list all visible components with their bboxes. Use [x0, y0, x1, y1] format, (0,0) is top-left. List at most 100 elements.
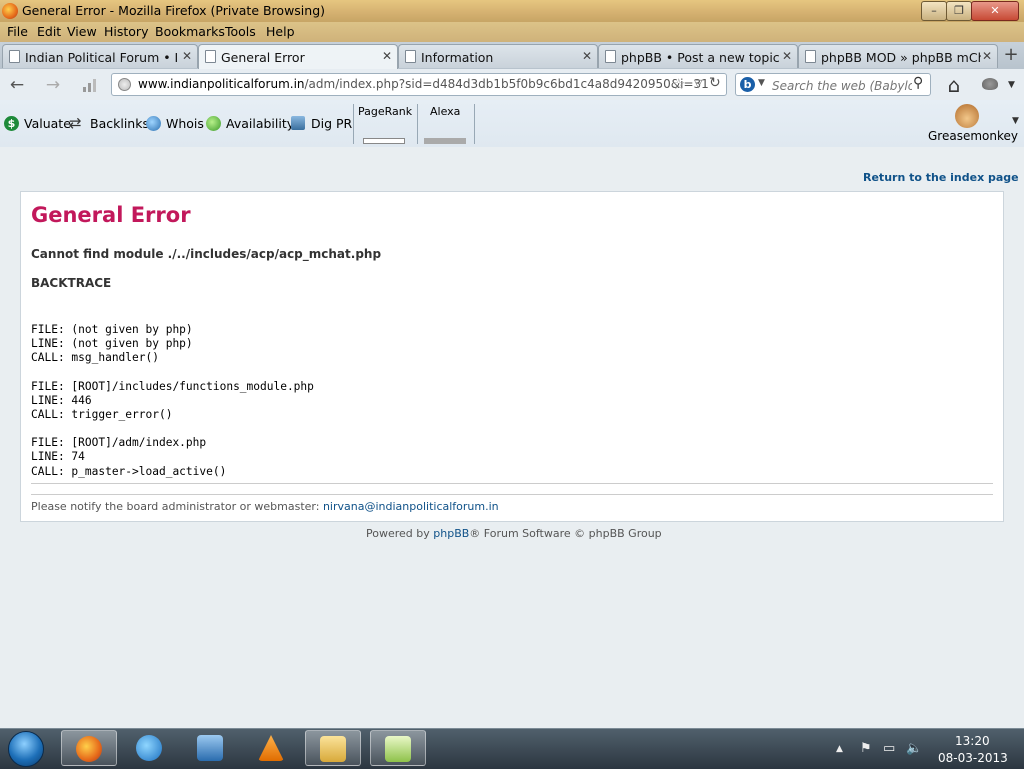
close-tab-icon[interactable]: ✕	[382, 49, 392, 63]
backlinks-arrows-icon: ⇄	[69, 114, 82, 132]
notify-text: Please notify the board administrator or…	[31, 500, 499, 513]
toolbar-overflow-icon[interactable]: ▼	[1008, 80, 1015, 90]
tab-indian-political-forum[interactable]: Indian Political Forum • Ind... ✕	[2, 44, 198, 68]
volume-icon[interactable]: 🔈	[906, 741, 922, 756]
close-window-button[interactable]: ✕	[971, 1, 1019, 21]
greasemonkey-icon[interactable]	[955, 104, 979, 128]
media-player-icon	[197, 735, 223, 761]
clock-time[interactable]: 13:20	[955, 734, 990, 748]
url-bar[interactable]: www.indianpoliticalforum.in/adm/index.ph…	[111, 73, 727, 96]
page-icon	[405, 50, 416, 63]
window-titlebar[interactable]: General Error - Mozilla Firefox (Private…	[0, 0, 1024, 22]
menu-edit[interactable]: Edit	[37, 24, 61, 39]
start-button[interactable]	[8, 731, 44, 767]
tab-information[interactable]: Information ✕	[398, 44, 598, 68]
page-icon	[805, 50, 816, 63]
close-tab-icon[interactable]: ✕	[982, 49, 992, 63]
alexa-label[interactable]: Alexa	[430, 105, 460, 118]
notepad-icon	[385, 736, 411, 762]
page-icon	[605, 50, 616, 63]
valuate-button[interactable]: Valuate	[24, 116, 71, 131]
greasemonkey-label[interactable]: Greasemonkey	[928, 129, 1018, 143]
tab-phpbb-mchat[interactable]: phpBB MOD » phpBB mChat ✕	[798, 44, 998, 68]
url-host: www.indianpoliticalforum.in	[138, 77, 305, 91]
taskbar-notepad[interactable]	[370, 730, 426, 766]
bug-icon[interactable]	[982, 78, 998, 90]
search-input[interactable]	[770, 76, 914, 95]
whois-globe-icon	[146, 116, 161, 131]
firefox-icon	[76, 736, 102, 762]
window-title: General Error - Mozilla Firefox (Private…	[22, 3, 326, 18]
search-engine-dropdown-icon[interactable]: ▼	[758, 78, 765, 88]
back-button[interactable]: ←	[6, 74, 28, 96]
dollar-icon: $	[4, 116, 19, 131]
powered-by-footer: Powered by phpBB® Forum Software © phpBB…	[366, 527, 662, 540]
availability-search-icon	[206, 116, 221, 131]
taskbar-internet-explorer[interactable]	[122, 730, 178, 766]
return-to-index-link[interactable]: Return to the index page	[863, 171, 1019, 184]
forward-button[interactable]: →	[42, 74, 64, 96]
tab-post-new-topic[interactable]: phpBB • Post a new topic ✕	[598, 44, 798, 68]
firefox-icon	[2, 3, 18, 19]
menu-file[interactable]: File	[7, 24, 28, 39]
backtrace-text: FILE: (not given by php) LINE: (not give…	[31, 323, 314, 478]
reload-icon[interactable]: ↻	[709, 75, 721, 91]
menu-history[interactable]: History	[104, 24, 148, 39]
internet-explorer-icon	[136, 735, 162, 761]
new-tab-button[interactable]: +	[1000, 45, 1022, 67]
backtrace-heading: BACKTRACE	[31, 276, 112, 290]
tab-label: phpBB MOD » phpBB mChat	[821, 50, 981, 65]
webmaster-email-link[interactable]: nirvana@indianpoliticalforum.in	[323, 500, 499, 513]
whois-button[interactable]: Whois	[166, 116, 204, 131]
greasemonkey-dropdown-icon[interactable]: ▼	[1012, 116, 1019, 126]
divider	[31, 494, 993, 495]
powered-prefix: Powered by	[366, 527, 434, 540]
toolbar-separator	[353, 104, 354, 144]
menu-view[interactable]: View	[67, 24, 97, 39]
url-text[interactable]: www.indianpoliticalforum.in/adm/index.ph…	[138, 77, 709, 91]
folder-icon	[320, 736, 346, 762]
bookmark-star-icon[interactable]: ☆	[672, 75, 685, 93]
home-button[interactable]: ⌂	[943, 74, 965, 96]
pagerank-meter	[363, 138, 405, 144]
menu-help[interactable]: Help	[266, 24, 295, 39]
close-tab-icon[interactable]: ✕	[182, 49, 192, 63]
flag-icon[interactable]: ⚑	[860, 741, 872, 756]
close-tab-icon[interactable]: ✕	[782, 49, 792, 63]
search-icon[interactable]: ⚲	[913, 75, 923, 91]
url-history-dropdown-icon[interactable]: ▽	[694, 77, 702, 90]
taskbar-firefox[interactable]	[61, 730, 117, 766]
page-icon	[205, 50, 216, 63]
globe-icon	[118, 78, 131, 91]
phpbb-link[interactable]: phpBB	[433, 527, 469, 540]
tab-general-error[interactable]: General Error ✕	[198, 44, 398, 70]
error-title: General Error	[31, 203, 191, 227]
dig-pr-button[interactable]: Dig PR	[311, 116, 352, 131]
toolbar-separator	[474, 104, 475, 144]
tab-label: General Error	[221, 50, 305, 65]
minimize-button[interactable]: –	[921, 1, 947, 21]
alexa-meter	[424, 138, 466, 144]
divider	[31, 483, 993, 484]
taskbar-vlc[interactable]	[244, 730, 300, 766]
network-icon[interactable]: ▭	[883, 741, 895, 756]
page-icon	[9, 50, 20, 63]
tab-label: phpBB • Post a new topic	[621, 50, 780, 65]
taskbar-explorer[interactable]	[305, 730, 361, 766]
show-hidden-icons-icon[interactable]: ▲	[836, 744, 843, 754]
close-tab-icon[interactable]: ✕	[582, 49, 592, 63]
availability-button[interactable]: Availability	[226, 116, 294, 131]
notify-label: Please notify the board administrator or…	[31, 500, 323, 513]
tab-strip: Indian Political Forum • Ind... ✕ Genera…	[0, 42, 1024, 70]
menu-bookmarks[interactable]: Bookmarks	[155, 24, 225, 39]
menu-tools[interactable]: Tools	[225, 24, 256, 39]
search-bar[interactable]: b ▼ ⚲	[735, 73, 931, 96]
dig-pr-network-icon	[291, 116, 305, 130]
maximize-button[interactable]: ❐	[946, 1, 972, 21]
vlc-cone-icon	[258, 735, 284, 761]
pagerank-label[interactable]: PageRank	[358, 105, 412, 118]
backlinks-button[interactable]: Backlinks	[90, 116, 149, 131]
clock-date[interactable]: 08-03-2013	[938, 751, 1008, 765]
taskbar-media-player[interactable]	[183, 730, 239, 766]
babylon-icon[interactable]: b	[740, 77, 755, 92]
